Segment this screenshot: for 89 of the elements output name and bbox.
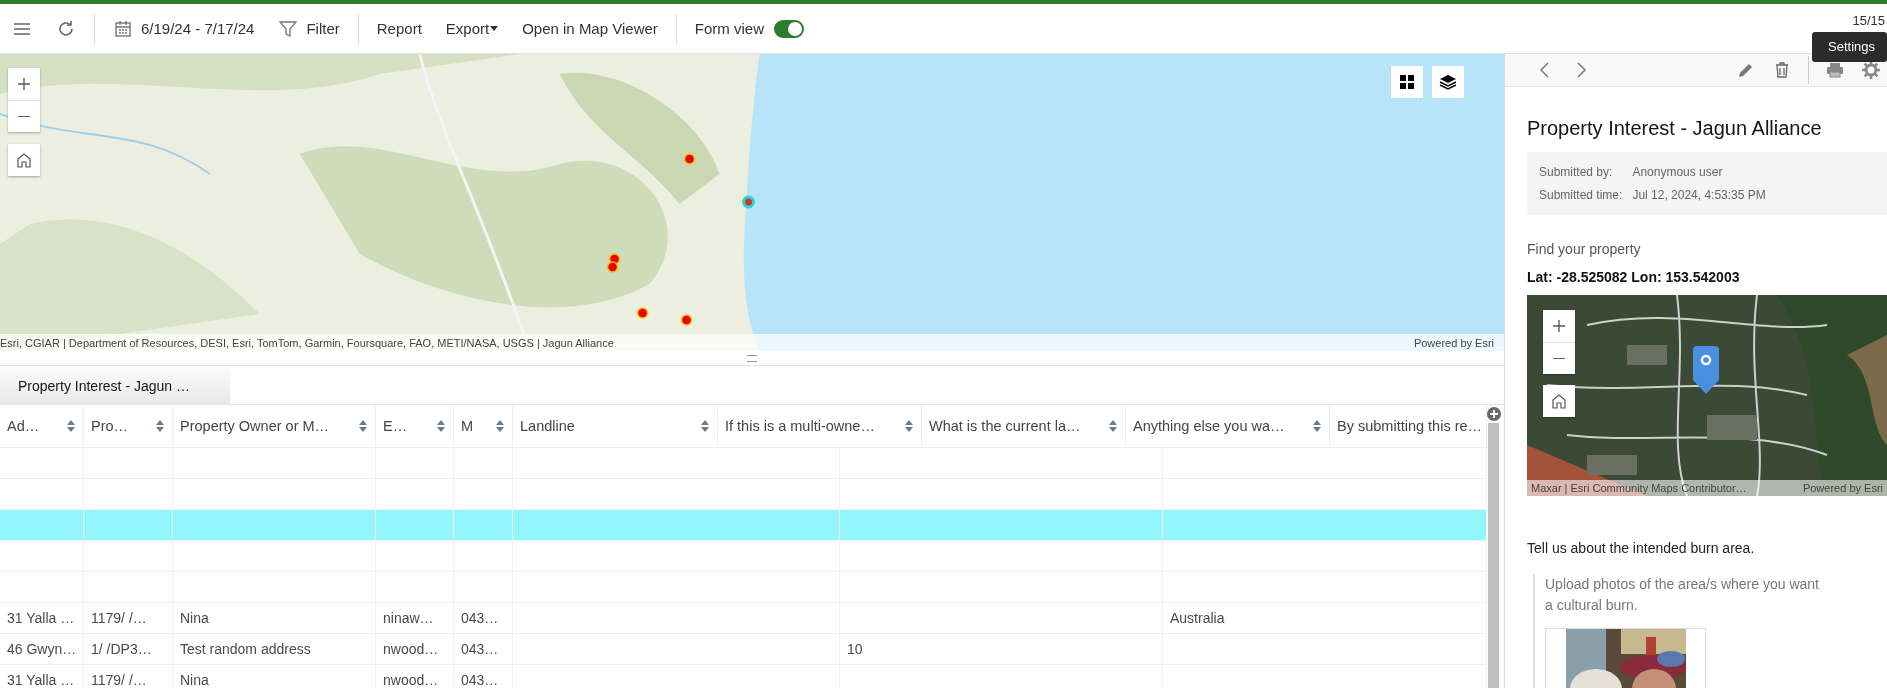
resize-handle-icon[interactable] xyxy=(747,354,757,362)
column-title: Property Owner or M… xyxy=(180,418,330,434)
column-title: E… xyxy=(383,418,408,434)
column-header[interactable]: Pro… xyxy=(84,405,173,447)
section-heading: Tell us about the intended burn area. xyxy=(1527,540,1756,556)
field-value: Jul 12, 2024, 4:53:35 PM xyxy=(1632,188,1766,202)
table-cell: 1179/ /… xyxy=(91,610,147,626)
scrollbar[interactable] xyxy=(1488,423,1499,688)
column-header[interactable]: E… xyxy=(376,405,454,447)
zoom-in-button[interactable] xyxy=(8,68,40,100)
table-cell: nwood… xyxy=(383,672,439,688)
form-title: Property Interest - Jagun Alliance xyxy=(1527,117,1823,140)
table-cell: Nina xyxy=(180,610,209,626)
zoom-in-button[interactable] xyxy=(1543,310,1575,342)
settings-tooltip: Settings xyxy=(1812,32,1887,62)
layers-icon xyxy=(1438,72,1458,92)
minus-icon xyxy=(18,115,30,118)
column-title: If this is a multi-owne… xyxy=(725,418,875,434)
home-button[interactable] xyxy=(8,144,40,176)
sort-icon[interactable] xyxy=(67,420,75,432)
table-cell: 043… xyxy=(461,610,499,626)
column-header[interactable]: Anything else you wa… xyxy=(1126,405,1330,447)
grid-icon xyxy=(1397,72,1417,92)
layer-tab[interactable]: Property Interest - Jagun … xyxy=(0,368,230,404)
caret-icon xyxy=(490,26,499,31)
sort-icon[interactable] xyxy=(437,420,445,432)
sort-icon[interactable] xyxy=(1313,420,1321,432)
column-title: M xyxy=(461,418,474,434)
minus-icon xyxy=(1553,357,1565,360)
location-pin-icon xyxy=(1693,346,1719,394)
column-header[interactable]: What is the current la… xyxy=(922,405,1126,447)
table-cell: 043… xyxy=(461,672,499,688)
layers-button[interactable] xyxy=(1432,66,1464,98)
column-title: What is the current la… xyxy=(929,418,1081,434)
table-cell: 10 xyxy=(847,641,863,657)
column-title: Ad… xyxy=(7,418,40,434)
column-title: By submitting this re… xyxy=(1337,418,1483,434)
powered-by-text: Powered by Esri xyxy=(1413,336,1494,349)
photo-thumbnail[interactable] xyxy=(1545,628,1706,688)
powered-by-text: Powered by Esri xyxy=(1802,482,1883,494)
column-header[interactable]: M xyxy=(454,405,513,447)
column-header[interactable]: Ad… xyxy=(0,405,84,447)
table-cell: 043… xyxy=(461,641,499,657)
toolbar-button[interactable]: Open in Map Viewer xyxy=(510,12,670,45)
column-title: Pro… xyxy=(91,418,129,434)
field-label: Submitted time: xyxy=(1539,188,1623,202)
sort-icon[interactable] xyxy=(156,420,164,432)
column-title: Landline xyxy=(520,418,575,434)
add-icon[interactable] xyxy=(1486,407,1501,421)
table-cell: Australia xyxy=(1170,610,1225,626)
table-cell: Nina xyxy=(180,672,209,688)
sort-icon[interactable] xyxy=(1109,420,1117,432)
table-cell: 31 Yalla … xyxy=(7,672,75,688)
column-header[interactable]: Landline xyxy=(513,405,718,447)
sort-icon[interactable] xyxy=(905,420,913,432)
form-view-label: Form view xyxy=(693,19,765,39)
record-counter: 15/15 xyxy=(1852,13,1885,28)
table-cell: 31 Yalla … xyxy=(7,610,75,626)
table-cell: 1/ /DP3… xyxy=(91,641,152,657)
sort-icon[interactable] xyxy=(496,420,504,432)
export-menu-button[interactable]: Export xyxy=(433,12,511,45)
coordinates-text: Lat: -28.525082 Lon: 153.542003 xyxy=(1527,269,1741,285)
table-cell: nwood… xyxy=(383,641,439,657)
field-label: Submitted by: xyxy=(1539,165,1614,179)
table-cell: 1179/ /… xyxy=(91,672,147,688)
map-attribution: Esri, CGIAR | Department of Resources, DESI, Esri, TomTom, Garmin, Foursquare, FAO, METI/NASA, USGS | Jagun Alliance xyxy=(0,336,614,349)
field-value: Anonymous user xyxy=(1632,165,1724,179)
settings-icon xyxy=(1861,60,1881,80)
filter-icon xyxy=(278,18,299,39)
basemap-gallery-button[interactable] xyxy=(1391,66,1423,98)
table-cell: ninaw… xyxy=(383,610,434,626)
map-attribution: Maxar | Esri Community Maps Contributor… xyxy=(1531,482,1747,494)
form-view-toggle[interactable] xyxy=(774,19,804,38)
column-header[interactable]: Property Owner or M… xyxy=(173,405,376,447)
table-cell: 46 Gwyn… xyxy=(7,641,77,657)
table-cell: Test random address xyxy=(180,641,311,657)
column-header[interactable]: If this is a multi-owne… xyxy=(718,405,922,447)
refresh-icon xyxy=(56,18,76,39)
toolbar-button[interactable]: Report xyxy=(364,12,434,45)
filter-button[interactable]: Filter xyxy=(266,12,352,45)
date-range-button[interactable]: 6/19/24 - 7/17/24 xyxy=(101,12,267,45)
question-label: Find your property xyxy=(1527,241,1642,257)
sort-icon[interactable] xyxy=(701,420,709,432)
column-title: Anything else you wa… xyxy=(1133,418,1285,434)
question-label: Upload photos of the area/s where you want a cultural burn. xyxy=(1545,575,1820,615)
calendar-icon xyxy=(113,18,133,39)
home-button[interactable] xyxy=(1543,385,1575,417)
printer-icon xyxy=(1825,60,1845,80)
sort-icon[interactable] xyxy=(359,420,367,432)
